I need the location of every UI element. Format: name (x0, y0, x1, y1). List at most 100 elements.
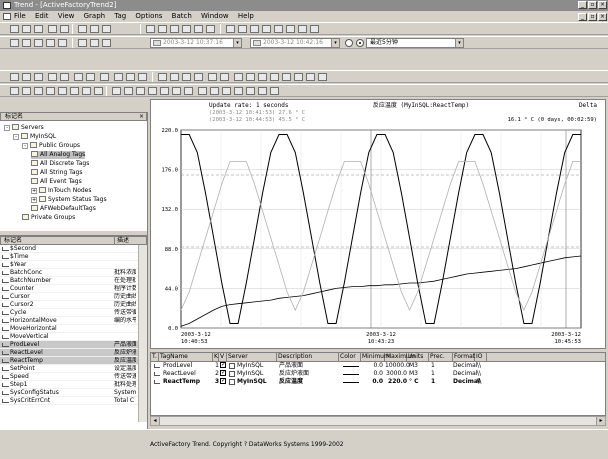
list-item[interactable]: Cursor 历史曲线 (0, 293, 147, 301)
doc-close-button[interactable]: × (598, 13, 607, 21)
chart-f-icon[interactable] (258, 87, 267, 95)
scale-up-icon[interactable] (274, 25, 283, 33)
overlay-icon[interactable] (194, 73, 203, 81)
target-icon[interactable] (270, 73, 279, 81)
menu-graph[interactable]: Graph (84, 12, 105, 20)
chart-g-icon[interactable] (270, 87, 279, 95)
bolt-icon[interactable] (282, 73, 291, 81)
list-item[interactable]: MoveHorizontal (0, 325, 147, 333)
zoom-box-icon[interactable] (34, 87, 43, 95)
view-icon[interactable] (170, 25, 179, 33)
close-icon[interactable]: × (139, 113, 144, 121)
list-item[interactable]: SysConfigStatus System (0, 389, 147, 397)
list-item[interactable]: Speed 传送带速 (0, 373, 147, 381)
end-time-field[interactable]: 2003-3-12 10:42:16 ▾ (250, 38, 340, 48)
print-icon[interactable] (48, 73, 57, 81)
chart-b-icon[interactable] (210, 87, 219, 95)
collapse-icon[interactable]: - (13, 134, 19, 140)
copy-icon[interactable] (74, 73, 83, 81)
new-icon[interactable] (10, 25, 19, 33)
col-description[interactable]: 描述 (114, 237, 138, 245)
arrows-icon[interactable] (306, 73, 315, 81)
scale-g-icon[interactable] (184, 87, 193, 95)
expand-icon[interactable]: + (31, 188, 37, 194)
grid-col-header[interactable]: Format (453, 353, 475, 361)
list-item[interactable]: BatchNumber 在处理批 (0, 277, 147, 285)
table-row[interactable]: ReactTemp 3 ✓ MyInSQL 反应温度 0.0 220.0 ° C 1 Decima… (151, 378, 605, 386)
table-row[interactable]: ProdLevel 1 ✓ MyInSQL 产品液面 0.0 10000.0 M3 1 Decim… (151, 362, 605, 370)
prev-page-icon[interactable] (22, 39, 31, 47)
undo-icon[interactable] (48, 25, 57, 33)
preview-icon[interactable] (60, 73, 69, 81)
close-button[interactable]: × (598, 1, 607, 9)
scale-down-icon[interactable] (286, 25, 295, 33)
open-trend-icon[interactable] (22, 73, 31, 81)
zoom-x-icon[interactable] (250, 25, 259, 33)
tag-add-icon[interactable] (114, 73, 123, 81)
live-icon[interactable] (58, 39, 67, 47)
zoom-in-icon[interactable] (226, 25, 235, 33)
list-item[interactable]: SysCritErrCnt Total C (0, 397, 147, 405)
list-item[interactable]: Step1 批料处理 (0, 381, 147, 389)
menu-view[interactable]: View (58, 12, 75, 20)
time-icon[interactable] (102, 39, 111, 47)
chart-icon[interactable] (78, 25, 87, 33)
chart-a-icon[interactable] (198, 87, 207, 95)
color-swatch[interactable] (343, 382, 359, 383)
visible-checkbox[interactable]: ✓ (220, 370, 226, 376)
zoom-in-2-icon[interactable] (10, 87, 19, 95)
cut-icon[interactable] (100, 73, 109, 81)
grid-col-header[interactable]: Description (277, 353, 339, 361)
scroll-left-icon[interactable]: ◂ (151, 417, 160, 425)
tree-item[interactable]: All String Tags (31, 169, 82, 177)
legend-icon[interactable] (246, 73, 255, 81)
restore-button[interactable]: ▫ (588, 1, 597, 9)
list-item[interactable]: $Year (0, 261, 147, 269)
tree-item[interactable]: + InTouch Nodes (31, 187, 92, 195)
list-item[interactable]: Cycle 传送带循 (0, 309, 147, 317)
menu-options[interactable]: Options (135, 12, 162, 20)
panel-icon[interactable] (158, 25, 167, 33)
window-icon[interactable] (220, 73, 229, 81)
doc-minimize-button[interactable]: _ (578, 13, 587, 21)
marker-icon[interactable] (258, 73, 267, 81)
tree-item[interactable]: AFWebDefaultTags (31, 205, 96, 213)
grid-col-header[interactable]: V (219, 353, 227, 361)
y-down-icon[interactable] (70, 87, 79, 95)
refresh-icon[interactable] (298, 25, 307, 33)
bookmark-icon[interactable] (194, 25, 203, 33)
grid-col-header[interactable]: IO (475, 353, 487, 361)
zoom-out-2-icon[interactable] (22, 87, 31, 95)
scale-f-icon[interactable] (172, 87, 181, 95)
stack-icon[interactable] (182, 73, 191, 81)
tag-props-icon[interactable] (138, 73, 147, 81)
chart-e-icon[interactable] (246, 87, 255, 95)
hand-icon[interactable] (46, 87, 55, 95)
zoom-out-icon[interactable] (238, 25, 247, 33)
radio-relative[interactable] (356, 39, 364, 47)
grid-col-header[interactable]: Units (407, 353, 429, 361)
minimize-button[interactable]: _ (578, 1, 587, 9)
grid-lines-icon[interactable] (234, 73, 243, 81)
menu-window[interactable]: Window (201, 12, 229, 20)
scale-e-icon[interactable] (160, 87, 169, 95)
menu-edit[interactable]: Edit (35, 12, 49, 20)
start-time-field[interactable]: 2003-3-12 10:37:16 ▾ (150, 38, 242, 48)
color-swatch[interactable] (343, 374, 359, 375)
scale-a-icon[interactable] (112, 87, 121, 95)
frame-icon[interactable] (208, 73, 217, 81)
list-item[interactable]: MoveVertical (0, 333, 147, 341)
collapse-icon[interactable]: - (4, 125, 10, 131)
delete-icon[interactable] (294, 73, 303, 81)
menu-tag[interactable]: Tag (114, 12, 126, 20)
scale-b-icon[interactable] (124, 87, 133, 95)
chart-d-icon[interactable] (234, 87, 243, 95)
table-row[interactable]: ReactLevel 2 ✓ MyInSQL 反应炉液面 0.0 3000.0 M3 1 Deci… (151, 370, 605, 378)
list-item[interactable]: $Second (0, 245, 147, 253)
settings-icon[interactable] (310, 25, 319, 33)
list-item[interactable]: ProdLevel 产品液面 (0, 341, 147, 349)
trend-chart[interactable]: Update rate: 1 seconds (2003-3-12 10:41:5… (150, 99, 606, 349)
pan-icon[interactable] (262, 25, 271, 33)
visible-checkbox[interactable]: ✓ (220, 362, 226, 368)
layout-icon[interactable] (146, 25, 155, 33)
